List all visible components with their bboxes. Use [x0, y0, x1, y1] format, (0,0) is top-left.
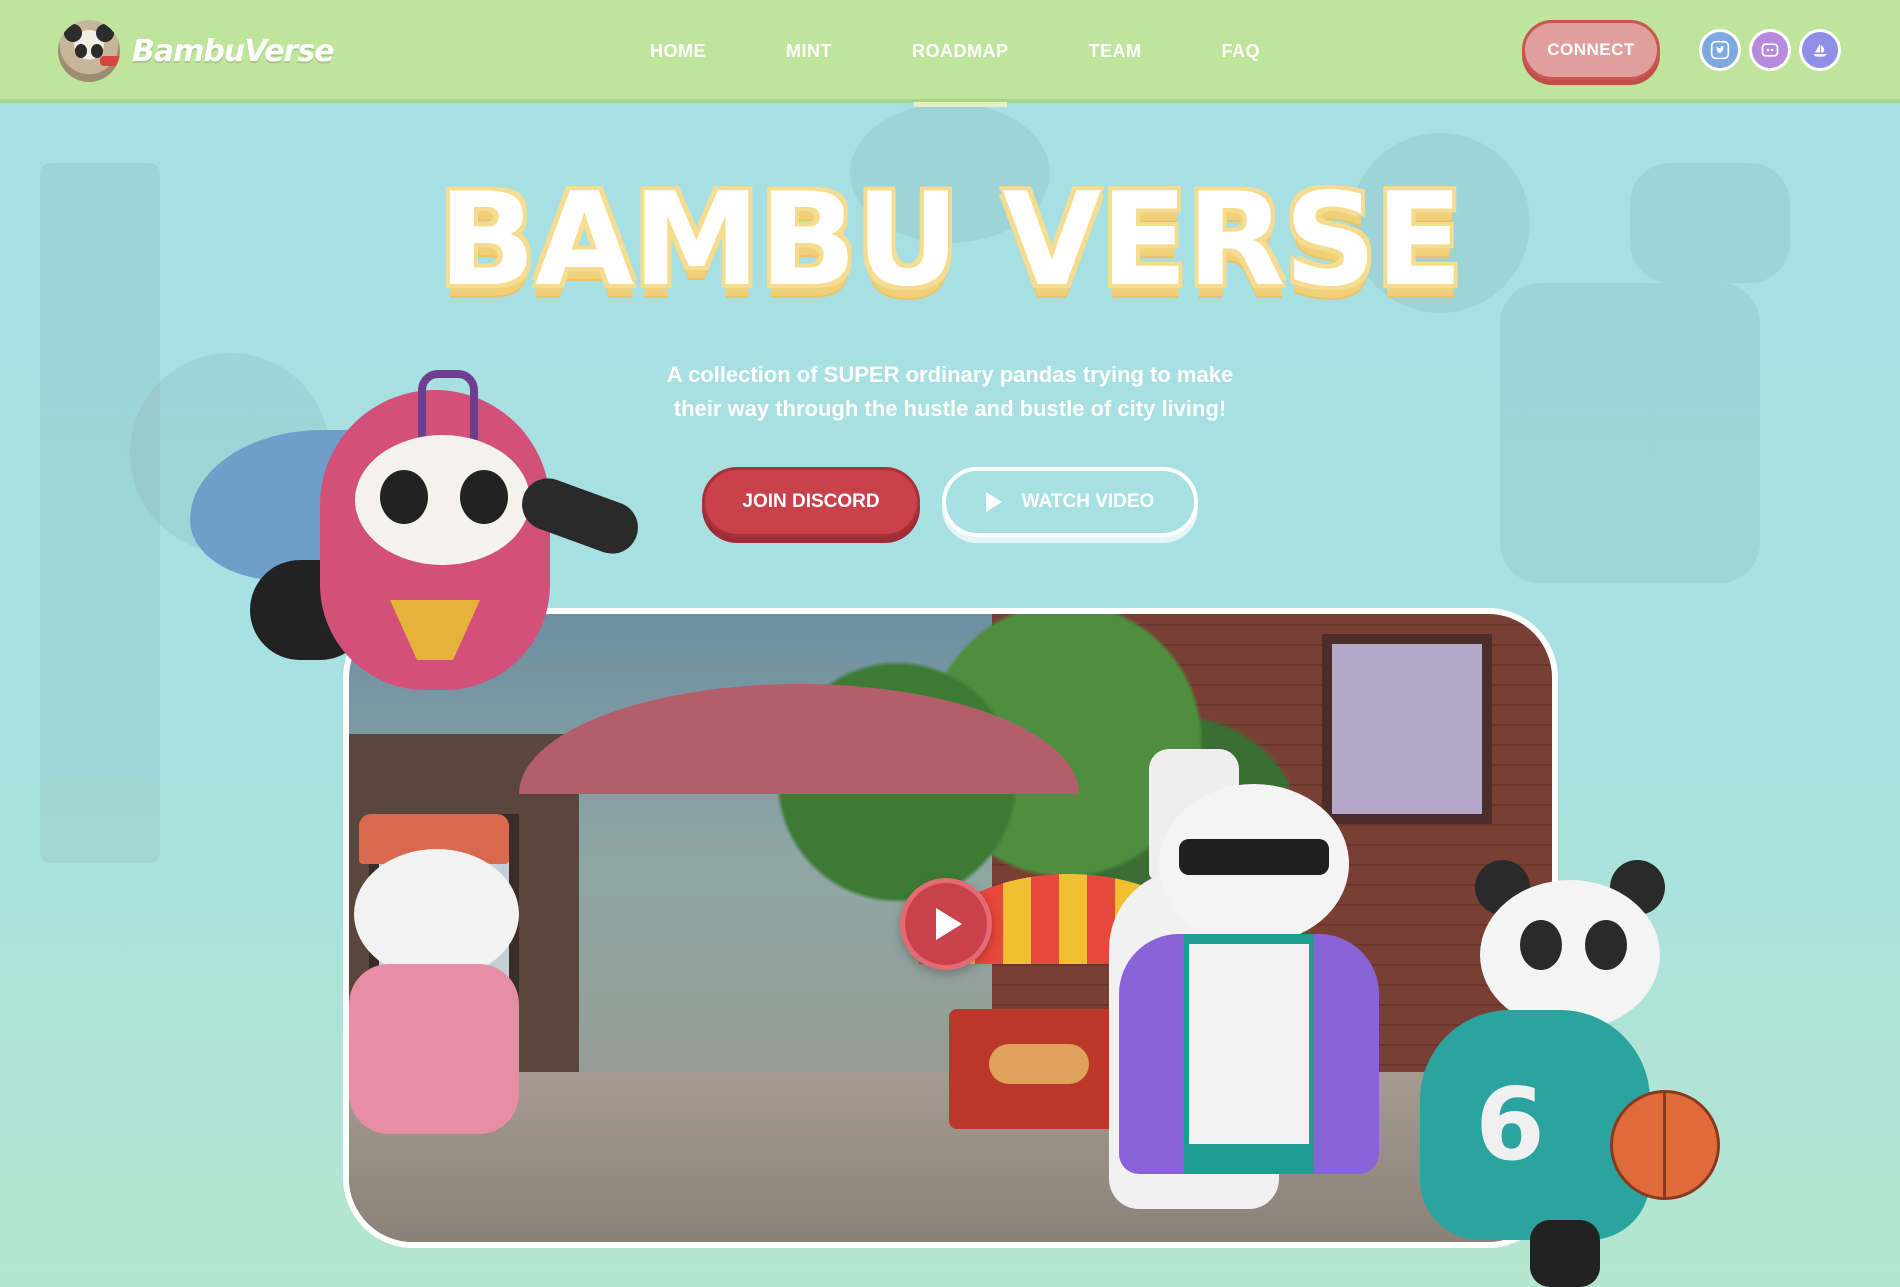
- top-navbar: BambuVerse HOME MINT ROADMAP TEAM FAQ CO…: [0, 0, 1900, 107]
- jersey-number: 6: [1475, 1066, 1545, 1183]
- play-icon: [985, 492, 1002, 512]
- hero-tagline: A collection of SUPER ordinary pandas tr…: [580, 358, 1320, 426]
- nav-link-faq[interactable]: FAQ: [1182, 0, 1301, 103]
- discord-icon[interactable]: [1749, 29, 1791, 71]
- tagline-line-2: their way through the hustle and bustle …: [673, 396, 1227, 421]
- hero-title: BAMBU VERSE: [438, 165, 1463, 315]
- basketball-icon: [1610, 1090, 1720, 1200]
- sitting-panda-illustration: [349, 814, 539, 1134]
- watch-video-label: WATCH VIDEO: [1021, 491, 1155, 512]
- nav-link-home[interactable]: HOME: [610, 0, 746, 103]
- join-discord-button[interactable]: JOIN DISCORD: [702, 467, 920, 537]
- basketball-panda-illustration: 6: [1380, 850, 1740, 1287]
- twitter-icon[interactable]: [1699, 29, 1741, 71]
- panda-logo-icon: [58, 20, 120, 82]
- tagline-line-1: A collection of SUPER ordinary pandas tr…: [666, 362, 1234, 387]
- flying-superhero-panda-illustration: [190, 370, 650, 730]
- nav-link-team[interactable]: TEAM: [1049, 0, 1182, 103]
- opensea-icon[interactable]: [1799, 29, 1841, 71]
- brand-logo[interactable]: BambuVerse: [58, 20, 335, 82]
- nav-link-roadmap[interactable]: ROADMAP: [872, 0, 1049, 107]
- cool-panda-illustration: [1119, 784, 1379, 1204]
- brand-name: BambuVerse: [132, 33, 335, 69]
- nav-link-mint[interactable]: MINT: [746, 0, 872, 103]
- nav-links: HOME MINT ROADMAP TEAM FAQ: [610, 0, 1301, 107]
- connect-button[interactable]: CONNECT: [1522, 20, 1660, 80]
- play-icon: [936, 908, 962, 940]
- video-play-button[interactable]: [900, 878, 992, 970]
- watch-video-button[interactable]: WATCH VIDEO: [942, 467, 1198, 537]
